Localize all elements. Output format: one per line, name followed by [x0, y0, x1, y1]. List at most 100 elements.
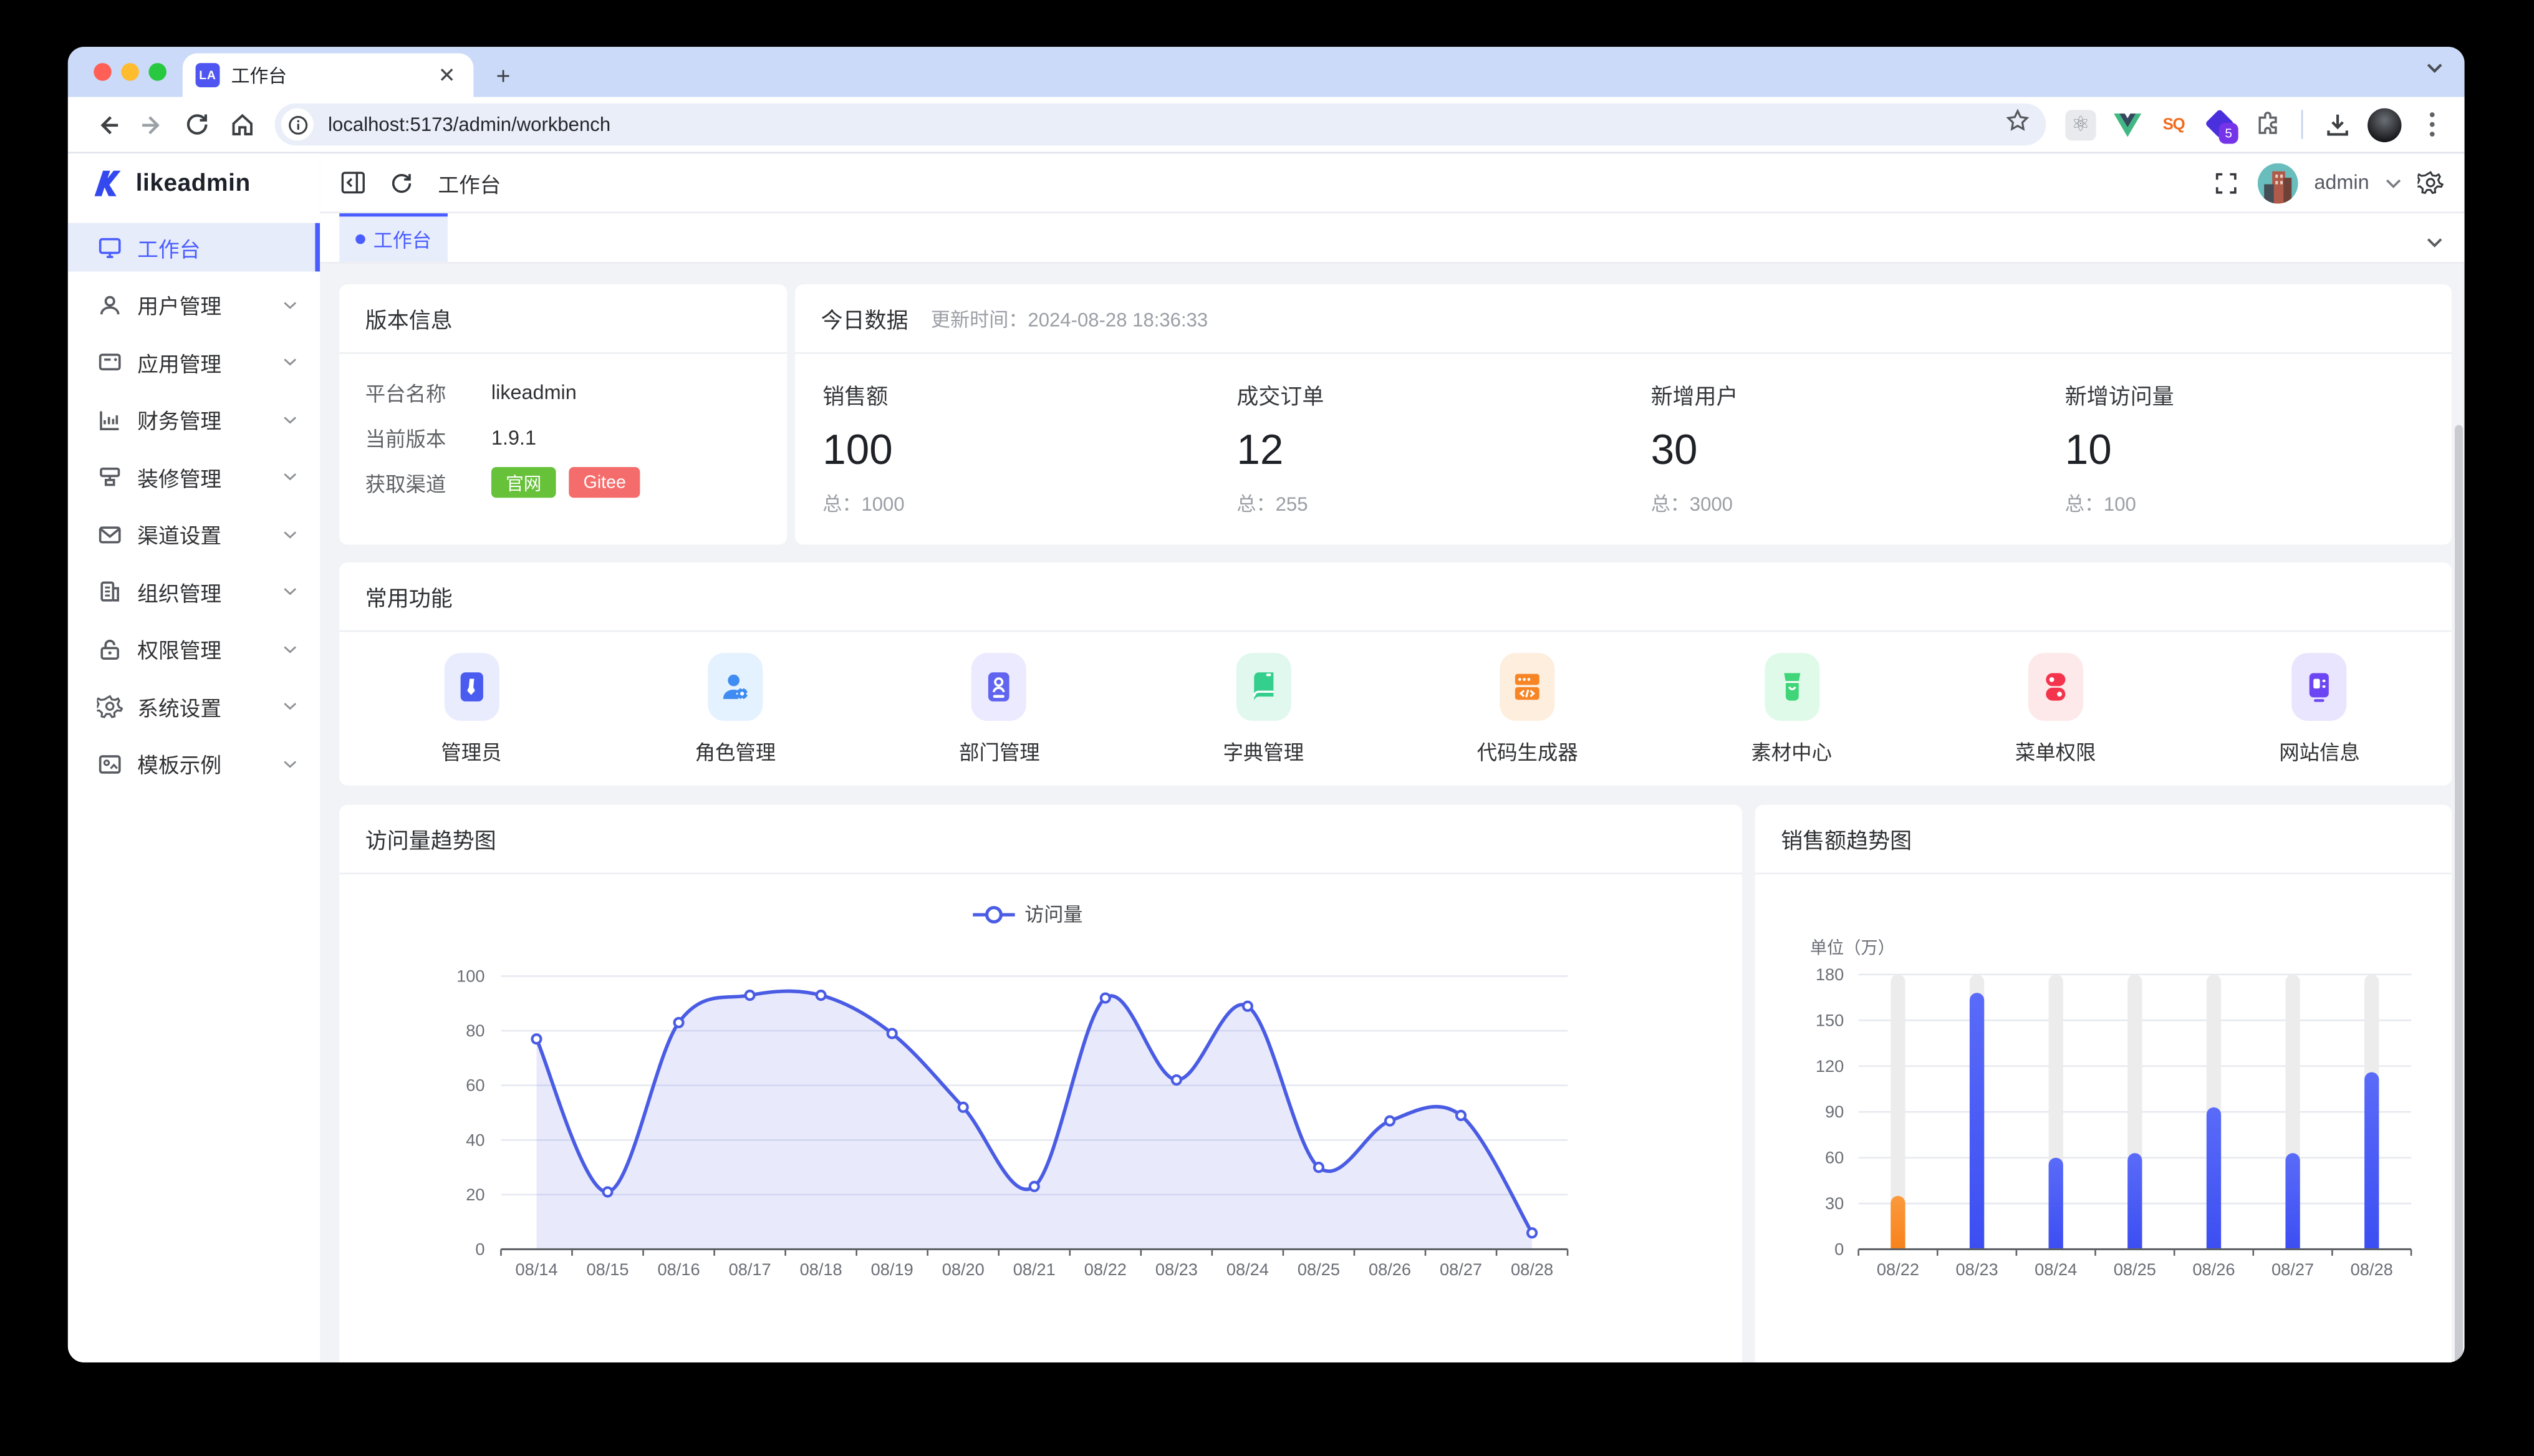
header-right: admin	[2214, 162, 2444, 203]
fullscreen-icon[interactable]	[2214, 170, 2238, 195]
quick-item-dictionary[interactable]: 字典管理	[1132, 653, 1395, 766]
tabstrip-chevron-down-icon[interactable]	[2426, 61, 2444, 79]
department-icon	[972, 653, 1027, 721]
panel-title: 版本信息	[365, 302, 453, 335]
vue-extension-icon[interactable]	[2111, 108, 2143, 141]
quick-item-site-info[interactable]: 网站信息	[2187, 653, 2451, 766]
sidebar-item-channel[interactable]: 渠道设置	[68, 510, 320, 559]
svg-text:80: 80	[466, 1021, 484, 1040]
quick-item-role-manage[interactable]: 角色管理	[604, 653, 867, 766]
user-avatar[interactable]	[2258, 162, 2298, 203]
extensions-puzzle-icon[interactable]	[2251, 108, 2283, 141]
svg-text:访问量: 访问量	[1024, 904, 1082, 925]
collapse-sidebar-icon[interactable]	[341, 171, 365, 194]
tab-close-icon[interactable]: ✕	[433, 63, 461, 87]
active-tab-dot	[355, 234, 365, 244]
workbench-content: 版本信息 平台名称 likeadmin 当前版本 1.9.1	[320, 263, 2464, 1362]
svg-text:90: 90	[1825, 1102, 1844, 1121]
chevron-down-icon	[283, 472, 297, 482]
sidebar-item-decorate[interactable]: 装修管理	[68, 453, 320, 501]
route-tab-workbench[interactable]: 工作台	[339, 213, 448, 262]
likeadmin-logo-icon	[89, 166, 123, 200]
update-time-text: 更新时间：2024-08-28 18:36:33	[931, 305, 1208, 332]
forward-icon[interactable]	[129, 102, 175, 147]
reload-icon[interactable]	[175, 102, 220, 147]
refresh-page-icon[interactable]	[390, 170, 414, 195]
panel-title: 常用功能	[365, 580, 453, 612]
quick-functions-panel: 常用功能 管理员角色管理 部门管理字典管理代码生成器素材中心菜单权限网站信息	[339, 562, 2452, 786]
minimize-window-button[interactable]	[121, 63, 139, 81]
back-icon[interactable]	[84, 102, 130, 147]
chevron-down-icon	[283, 415, 297, 425]
stat-label: 新增用户	[1651, 378, 2038, 410]
svg-text:0: 0	[475, 1240, 484, 1259]
svg-text:20: 20	[466, 1185, 484, 1204]
browser-tab[interactable]: LA 工作台 ✕	[183, 54, 474, 97]
svg-text:08/16: 08/16	[658, 1260, 700, 1279]
stat-label: 销售额	[822, 378, 1209, 410]
downloads-icon[interactable]	[2321, 108, 2353, 141]
quick-item-material-center[interactable]: 素材中心	[1659, 653, 1923, 766]
sidebar: likeadmin 工作台用户管理应用管理财务管理装修管理渠道设置组织管理权限管…	[68, 153, 320, 1362]
svg-text:0: 0	[1834, 1240, 1844, 1259]
stat-1: 成交订单12总：255	[1209, 354, 1623, 518]
user-name[interactable]: admin	[2314, 171, 2369, 194]
logo[interactable]: likeadmin	[68, 153, 320, 213]
legend-visits[interactable]: 访问量	[973, 904, 1082, 925]
admin-badge-icon	[444, 653, 499, 721]
svg-text:180: 180	[1816, 965, 1844, 984]
settings-gear-icon[interactable]	[2417, 170, 2443, 195]
sidebar-item-label: 用户管理	[137, 289, 221, 320]
sidebar-item-workbench[interactable]: 工作台	[68, 223, 320, 272]
browser-menu-dots-icon[interactable]	[2416, 108, 2449, 141]
address-bar[interactable]: localhost:5173/admin/workbench	[275, 104, 2046, 145]
official-site-tag[interactable]: 官网	[491, 467, 556, 498]
home-icon[interactable]	[219, 102, 265, 147]
svg-text:08/18: 08/18	[800, 1260, 842, 1279]
sidebar-item-template[interactable]: 模板示例	[68, 740, 320, 788]
version-info-panel: 版本信息 平台名称 likeadmin 当前版本 1.9.1	[339, 284, 787, 544]
quick-item-admin-badge[interactable]: 管理员	[339, 653, 603, 766]
quick-item-label: 角色管理	[695, 735, 776, 766]
close-window-button[interactable]	[94, 63, 112, 81]
sidebar-item-label: 财务管理	[137, 404, 221, 435]
settings-icon	[97, 693, 123, 719]
sidebar-item-label: 系统设置	[137, 691, 221, 721]
quick-item-code-generator[interactable]: 代码生成器	[1395, 653, 1659, 766]
stat-total: 总：1000	[822, 489, 1209, 517]
stat-label: 成交订单	[1236, 378, 1623, 410]
sidebar-item-user[interactable]: 用户管理	[68, 281, 320, 329]
browser-profile-avatar[interactable]	[2368, 107, 2401, 141]
sq-extension-icon[interactable]: SQ	[2157, 108, 2190, 141]
page-scrollbar-thumb[interactable]	[2455, 425, 2463, 1362]
sidebar-item-app[interactable]: 应用管理	[68, 338, 320, 387]
new-tab-button[interactable]: +	[486, 65, 520, 89]
dictionary-icon	[1236, 653, 1291, 721]
user-chevron-down-icon[interactable]	[2386, 177, 2402, 188]
quick-item-department[interactable]: 部门管理	[867, 653, 1131, 766]
channel-icon	[97, 521, 123, 547]
toolbar-separator	[2301, 110, 2303, 139]
react-extension-icon[interactable]: ⚛	[2065, 109, 2096, 140]
route-tabs-chevron-down-icon[interactable]	[2426, 228, 2444, 257]
stat-label: 新增访问量	[2065, 378, 2452, 410]
gitee-tag[interactable]: Gitee	[569, 467, 640, 498]
sidebar-item-label: 装修管理	[137, 461, 221, 492]
svg-text:08/17: 08/17	[729, 1260, 771, 1279]
sidebar-item-finance[interactable]: 财务管理	[68, 395, 320, 444]
sidebar-item-settings[interactable]: 系统设置	[68, 682, 320, 731]
code-generator-icon	[1500, 653, 1555, 721]
bookmark-star-icon[interactable]	[2005, 108, 2030, 141]
purple-extension-icon[interactable]: 5	[2204, 108, 2237, 141]
sidebar-item-permission[interactable]: 权限管理	[68, 625, 320, 673]
main-area: 工作台 admin	[320, 153, 2464, 1362]
material-center-icon	[1764, 653, 1819, 721]
panel-title: 今日数据	[821, 302, 908, 335]
quick-item-menu-permission[interactable]: 菜单权限	[1924, 653, 2187, 766]
tab-favicon: LA	[196, 63, 220, 87]
sidebar-item-org[interactable]: 组织管理	[68, 567, 320, 616]
zoom-window-button[interactable]	[148, 63, 166, 81]
site-info-icon-browser[interactable]	[281, 108, 314, 141]
screen: LA 工作台 ✕ +	[0, 0, 2534, 1456]
today-data-panel: 今日数据 更新时间：2024-08-28 18:36:33 销售额100总：10…	[795, 284, 2452, 544]
